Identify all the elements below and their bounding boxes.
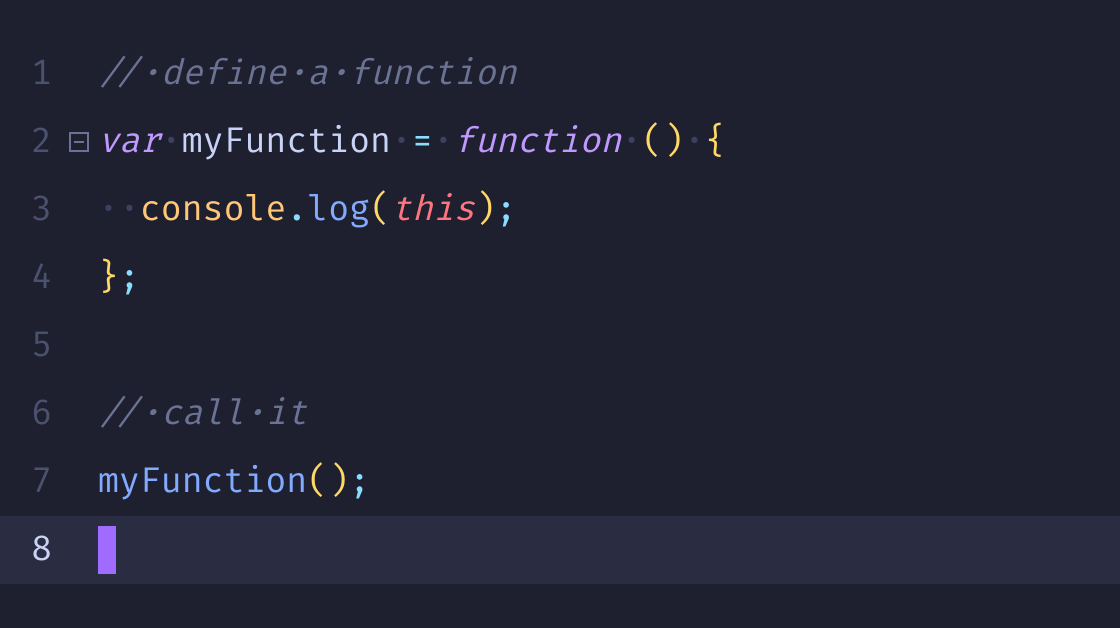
code-content[interactable]: };	[98, 258, 140, 299]
whitespace-dot: ·	[140, 394, 161, 435]
editor-line[interactable]: 7 myFunction();	[0, 448, 1120, 516]
code-editor[interactable]: 1 //·define·a·function 2 var·myFunction·…	[0, 0, 1120, 584]
paren-close: )	[328, 462, 349, 503]
code-content[interactable]: myFunction();	[98, 462, 370, 503]
brace-close: }	[98, 258, 119, 299]
whitespace-dot: ·	[286, 54, 307, 95]
line-number: 3	[0, 190, 60, 231]
paren-close: )	[663, 122, 684, 163]
whitespace-dot: ·	[119, 190, 140, 231]
editor-line[interactable]: 6 //·call·it	[0, 380, 1120, 448]
whitespace-dot: ·	[621, 122, 642, 163]
comment-word: define	[161, 54, 287, 95]
code-content[interactable]: ··console.log(this);	[98, 190, 517, 231]
whitespace-dot: ·	[684, 122, 705, 163]
line-number: 5	[0, 326, 60, 367]
fold-collapse-icon[interactable]	[69, 132, 89, 152]
editor-line-current[interactable]: 8	[0, 516, 1120, 584]
semicolon: ;	[119, 258, 140, 299]
editor-line[interactable]: 5	[0, 312, 1120, 380]
comment-word: call	[161, 394, 245, 435]
paren-open: (	[370, 190, 391, 231]
text-cursor	[98, 526, 116, 574]
line-number: 7	[0, 462, 60, 503]
code-content[interactable]: //·call·it	[98, 394, 307, 435]
comment-word: function	[349, 54, 516, 95]
whitespace-dot: ·	[161, 122, 182, 163]
comment-token: //	[98, 394, 140, 435]
whitespace-dot: ·	[140, 54, 161, 95]
editor-line[interactable]: 1 //·define·a·function	[0, 40, 1120, 108]
line-number: 4	[0, 258, 60, 299]
editor-line[interactable]: 4 };	[0, 244, 1120, 312]
paren-open: (	[307, 462, 328, 503]
whitespace-dot: ·	[98, 190, 119, 231]
dot-operator: .	[286, 190, 307, 231]
line-number: 2	[0, 122, 60, 163]
function-call: myFunction	[98, 462, 307, 503]
whitespace-dot: ·	[391, 122, 412, 163]
comment-word: a	[307, 54, 328, 95]
semicolon: ;	[496, 190, 517, 231]
editor-line[interactable]: 3 ··console.log(this);	[0, 176, 1120, 244]
keyword-function: function	[454, 122, 621, 163]
whitespace-dot: ·	[245, 394, 266, 435]
line-number: 8	[0, 530, 60, 571]
editor-line[interactable]: 2 var·myFunction·=·function·()·{	[0, 108, 1120, 176]
comment-token: //	[98, 54, 140, 95]
brace-open: {	[705, 122, 726, 163]
keyword-var: var	[98, 122, 161, 163]
fold-gutter	[60, 132, 98, 152]
paren-close: )	[475, 190, 496, 231]
paren-open: (	[642, 122, 663, 163]
code-content[interactable]: //·define·a·function	[98, 54, 517, 95]
line-number: 1	[0, 54, 60, 95]
whitespace-dot: ·	[433, 122, 454, 163]
code-content[interactable]	[98, 526, 116, 574]
whitespace-dot: ·	[328, 54, 349, 95]
object-console: console	[140, 190, 286, 231]
semicolon: ;	[349, 462, 370, 503]
line-number: 6	[0, 394, 60, 435]
method-log: log	[307, 190, 370, 231]
operator-equals: =	[412, 122, 433, 163]
comment-word: it	[265, 394, 307, 435]
code-content[interactable]: var·myFunction·=·function·()·{	[98, 122, 726, 163]
keyword-this: this	[391, 190, 475, 231]
identifier: myFunction	[182, 122, 391, 163]
